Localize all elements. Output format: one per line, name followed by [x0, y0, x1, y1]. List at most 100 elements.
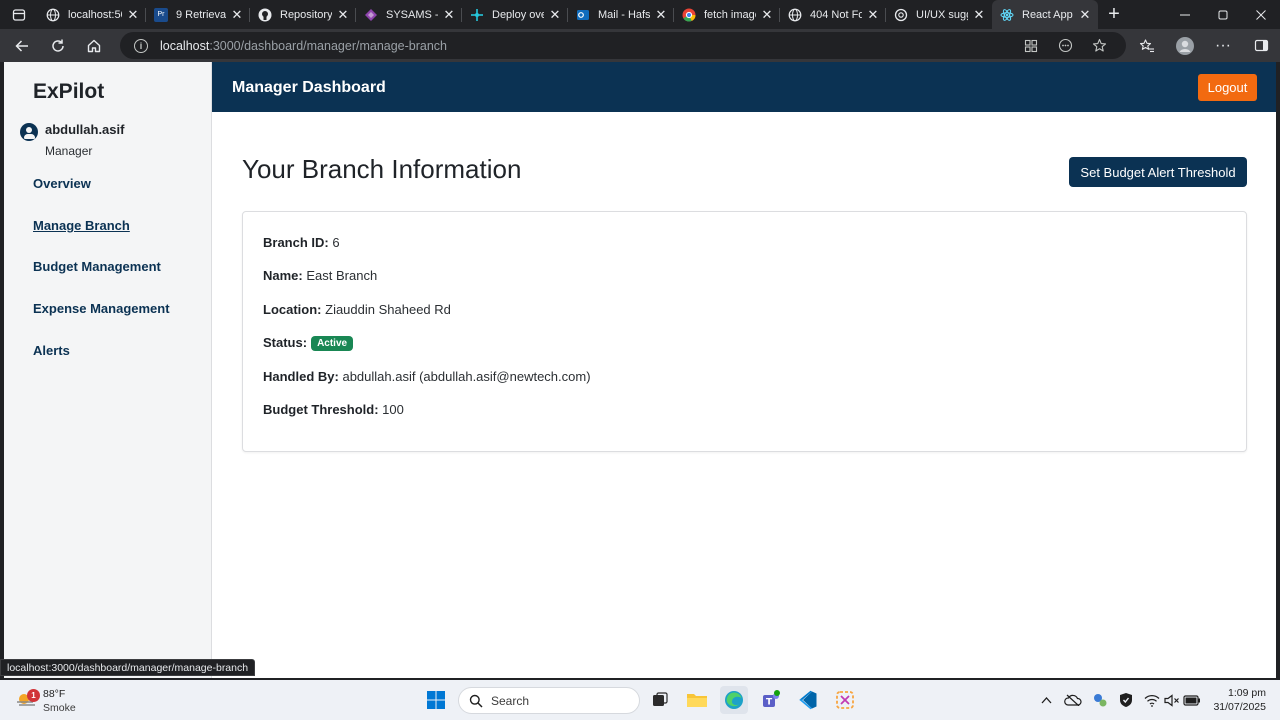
show-hidden-icons-icon[interactable]: [1036, 680, 1056, 720]
sidebar-item-alerts[interactable]: Alerts: [33, 343, 70, 358]
close-tab-icon[interactable]: ✕: [972, 7, 986, 22]
browser-tab[interactable]: Repository s ✕: [250, 0, 356, 29]
branch-location-label: Location:: [263, 302, 322, 317]
close-tab-icon[interactable]: ✕: [126, 7, 140, 22]
close-tab-icon[interactable]: ✕: [1078, 7, 1092, 22]
app-available-icon[interactable]: [1014, 39, 1048, 53]
tab-title: Repository s: [280, 8, 332, 21]
battery-icon[interactable]: [1182, 680, 1202, 720]
task-view-icon: [653, 692, 668, 706]
branch-location-value: Ziauddin Shaheed Rd: [325, 302, 451, 317]
page-viewport: ExPilot abdullah.asif Manager Overview M…: [4, 62, 1276, 678]
globe-icon: [788, 8, 802, 22]
close-tab-icon[interactable]: ✕: [442, 7, 456, 22]
vscode-button[interactable]: [794, 686, 822, 714]
task-view-button[interactable]: [646, 686, 674, 714]
edge-button[interactable]: [720, 686, 748, 714]
reload-button[interactable]: [40, 31, 76, 61]
deploy-icon: [470, 8, 484, 22]
volume-muted-icon[interactable]: [1162, 680, 1182, 720]
branch-handler-label: Handled By:: [263, 369, 339, 384]
status-badge: Active: [311, 336, 354, 351]
logout-button[interactable]: Logout: [1198, 74, 1257, 101]
teams-icon: T: [763, 690, 780, 708]
minimize-icon[interactable]: [1166, 0, 1204, 29]
file-explorer-button[interactable]: [683, 686, 711, 714]
header-title: Manager Dashboard: [232, 79, 386, 96]
budget-threshold-value: 100: [382, 402, 404, 417]
favorite-star-icon[interactable]: [1082, 38, 1116, 53]
branch-name-label: Name:: [263, 268, 303, 283]
site-info-icon[interactable]: i: [134, 38, 148, 53]
browser-tab[interactable]: 404 Not Fou ✕: [780, 0, 886, 29]
outlook-icon: [576, 8, 590, 22]
tab-title: UI/UX sugge: [916, 8, 968, 21]
browser-tab[interactable]: Mail - Hafsa ✕: [568, 0, 674, 29]
bluetooth-devices-icon[interactable]: [1090, 680, 1110, 720]
url-host: localhost: [160, 38, 210, 53]
close-tab-icon[interactable]: ✕: [866, 7, 880, 22]
browser-tab[interactable]: SYSAMS - Pi ✕: [356, 0, 462, 29]
teams-button[interactable]: T: [757, 686, 785, 714]
wifi-icon[interactable]: [1142, 680, 1162, 720]
taskbar-clock[interactable]: 1:09 pm 31/07/2025: [1200, 686, 1266, 714]
url-text: localhost:3000/dashboard/manager/manage-…: [160, 39, 447, 53]
reading-mode-icon[interactable]: [1048, 38, 1082, 53]
sidebar-toggle-icon[interactable]: [1242, 31, 1280, 61]
back-button[interactable]: [4, 31, 40, 61]
browser-tab[interactable]: localhost:50 ✕: [38, 0, 146, 29]
set-budget-alert-threshold-button[interactable]: Set Budget Alert Threshold: [1069, 157, 1247, 187]
branch-id-value: 6: [332, 235, 340, 250]
page-title: Your Branch Information: [242, 154, 522, 184]
browser-tab[interactable]: Pr 9 Retrieval A ✕: [146, 0, 250, 29]
user-circle-icon: [20, 123, 38, 141]
more-menu-icon[interactable]: ···: [1204, 31, 1242, 61]
address-bar[interactable]: i localhost:3000/dashboard/manager/manag…: [120, 32, 1126, 59]
branch-location-row: Location: Ziauddin Shaheed Rd: [263, 302, 451, 317]
tab-title: fetch image: [704, 8, 756, 21]
sidebar-item-budget-management[interactable]: Budget Management: [33, 259, 161, 274]
start-button[interactable]: [422, 686, 450, 714]
sysams-icon: [364, 8, 378, 22]
close-tab-icon[interactable]: ✕: [760, 7, 774, 22]
close-tab-icon[interactable]: ✕: [654, 7, 668, 22]
weather-condition: Smoke: [43, 702, 76, 714]
favorites-icon[interactable]: [1128, 31, 1166, 61]
taskbar-search[interactable]: Search: [458, 687, 640, 714]
close-tab-icon[interactable]: ✕: [548, 7, 562, 22]
snipping-tool-button[interactable]: [831, 686, 859, 714]
browser-tab[interactable]: UI/UX sugge ✕: [886, 0, 992, 29]
branch-name-row: Name: East Branch: [263, 268, 377, 283]
tab-title: Deploy over: [492, 8, 544, 21]
tab-title: SYSAMS - Pi: [386, 8, 438, 21]
close-tab-icon[interactable]: ✕: [230, 7, 244, 22]
sidebar: ExPilot abdullah.asif Manager Overview M…: [4, 62, 212, 678]
close-window-icon[interactable]: [1242, 0, 1280, 29]
openai-icon: [894, 8, 908, 22]
branch-id-label: Branch ID:: [263, 235, 329, 250]
home-icon: [87, 39, 101, 52]
sidebar-item-manage-branch[interactable]: Manage Branch: [33, 218, 130, 233]
profile-avatar-icon[interactable]: [1166, 31, 1204, 61]
sidebar-item-expense-management[interactable]: Expense Management: [33, 301, 170, 316]
browser-toolbar: i localhost:3000/dashboard/manager/manag…: [0, 29, 1280, 62]
svg-text:T: T: [766, 698, 773, 708]
browser-tab[interactable]: fetch image ✕: [674, 0, 780, 29]
new-tab-button[interactable]: +: [1098, 0, 1130, 29]
maximize-icon[interactable]: [1204, 0, 1242, 29]
security-shield-icon[interactable]: [1116, 680, 1136, 720]
tab-title: 9 Retrieval A: [176, 8, 226, 21]
onedrive-offline-icon[interactable]: [1062, 680, 1084, 720]
branch-status-label: Status:: [263, 335, 308, 350]
browser-tab-active[interactable]: React App ✕: [992, 0, 1098, 29]
budget-threshold-row: Budget Threshold: 100: [263, 402, 404, 417]
weather-widget[interactable]: 1 88°F Smoke: [16, 685, 96, 715]
tab-actions-button[interactable]: [0, 0, 38, 29]
clock-date: 31/07/2025: [1213, 701, 1266, 713]
reload-icon: [52, 39, 64, 52]
home-button[interactable]: [76, 31, 112, 61]
back-arrow-icon: [15, 39, 28, 52]
browser-tab[interactable]: Deploy over ✕: [462, 0, 568, 29]
close-tab-icon[interactable]: ✕: [336, 7, 350, 22]
sidebar-item-overview[interactable]: Overview: [33, 176, 91, 191]
